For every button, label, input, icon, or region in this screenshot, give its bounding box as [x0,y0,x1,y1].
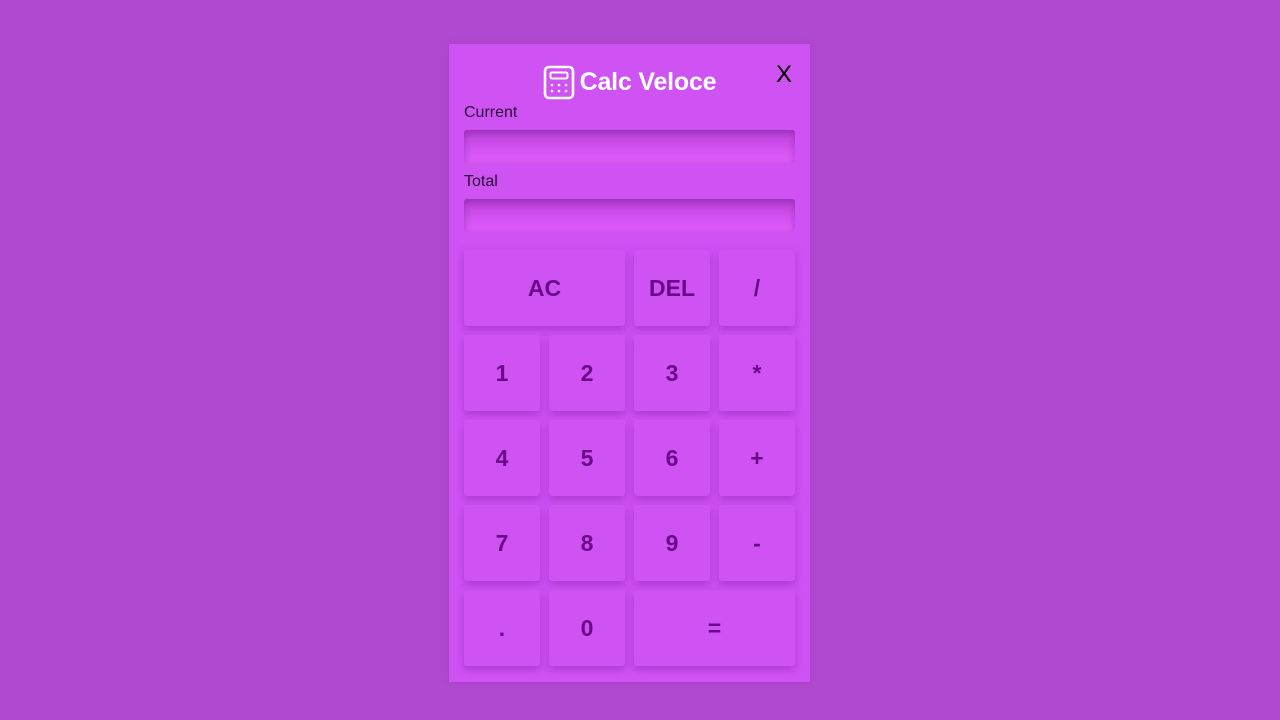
calculator-icon [543,65,575,100]
close-button[interactable]: X [774,62,794,88]
header: Calc Veloce [449,64,810,100]
digit-0-button[interactable]: 0 [549,590,625,666]
digit-2-button[interactable]: 2 [549,335,625,411]
minus-button[interactable]: - [719,505,795,581]
app-title: Calc Veloce [579,67,717,96]
digit-6-button[interactable]: 6 [634,420,710,496]
decimal-button[interactable]: . [464,590,540,666]
digit-4-button[interactable]: 4 [464,420,540,496]
digit-1-button[interactable]: 1 [464,335,540,411]
keypad: AC DEL / 1 2 3 * 4 5 6 + 7 8 9 - . 0 = [464,250,795,666]
current-display[interactable] [464,130,795,163]
digit-9-button[interactable]: 9 [634,505,710,581]
current-label: Current [464,104,518,121]
calculator-panel: Calc Veloce X Current Total AC DEL / 1 2… [449,44,810,682]
digit-5-button[interactable]: 5 [549,420,625,496]
equals-button[interactable]: = [634,590,795,666]
total-display[interactable] [464,199,795,232]
total-label: Total [464,173,498,190]
plus-button[interactable]: + [719,420,795,496]
digit-8-button[interactable]: 8 [549,505,625,581]
delete-button[interactable]: DEL [634,250,710,326]
clear-button[interactable]: AC [464,250,625,326]
multiply-button[interactable]: * [719,335,795,411]
divide-button[interactable]: / [719,250,795,326]
digit-3-button[interactable]: 3 [634,335,710,411]
digit-7-button[interactable]: 7 [464,505,540,581]
